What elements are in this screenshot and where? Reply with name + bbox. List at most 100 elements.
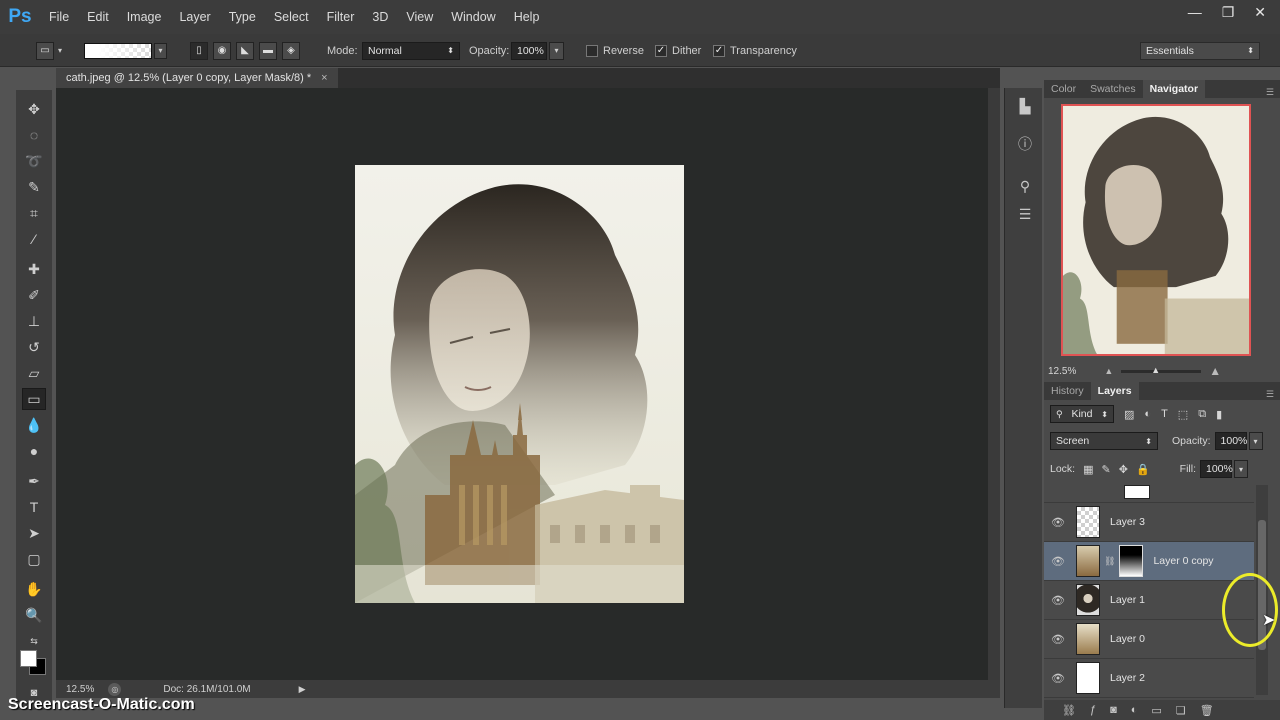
crop-tool-icon[interactable]: ⌗ xyxy=(22,202,46,224)
reverse-checkbox[interactable]: Reverse xyxy=(586,34,644,67)
filter-kind-select[interactable]: ⚲ Kind ⬍ xyxy=(1050,405,1114,423)
zoom-in-icon[interactable]: ▲ xyxy=(1209,364,1221,378)
lock-all-icon[interactable]: 🔒 xyxy=(1136,463,1150,476)
zoom-tool-icon[interactable]: 🔍 xyxy=(22,604,46,626)
chevron-down-icon[interactable]: ▾ xyxy=(549,41,564,60)
tab-swatches[interactable]: Swatches xyxy=(1083,80,1143,98)
tool-preset-picker[interactable]: ▭ ▾ xyxy=(36,34,62,67)
menu-window[interactable]: Window xyxy=(442,10,504,24)
fill-field[interactable]: 100% xyxy=(1200,460,1233,478)
pixel-filter-icon[interactable]: ▨ xyxy=(1124,408,1134,421)
menu-file[interactable]: File xyxy=(40,10,78,24)
radial-gradient-icon[interactable]: ◉ xyxy=(213,41,231,60)
zoom-out-icon[interactable]: ▲ xyxy=(1104,366,1113,376)
layer-opacity-field[interactable]: 100% xyxy=(1214,432,1247,450)
gradient-picker[interactable]: ▾ xyxy=(84,34,167,67)
foreground-color-swatch[interactable] xyxy=(20,650,37,667)
linear-gradient-icon[interactable]: ▯ xyxy=(190,41,208,60)
tab-navigator[interactable]: Navigator xyxy=(1142,80,1206,98)
layer-style-icon[interactable]: ƒ xyxy=(1090,704,1096,716)
minimize-button[interactable]: — xyxy=(1188,4,1202,21)
menu-select[interactable]: Select xyxy=(265,10,318,24)
pen-tool-icon[interactable]: ✒ xyxy=(22,470,46,492)
group-folder-icon[interactable]: ▭ xyxy=(1151,704,1161,717)
marquee-tool-icon[interactable]: ◌ xyxy=(22,124,46,146)
layer-row[interactable]: 👁 Layer 3 xyxy=(1044,503,1254,542)
history-brush-tool-icon[interactable]: ↺ xyxy=(22,336,46,358)
transparency-checkbox[interactable]: ✓ Transparency xyxy=(713,34,797,67)
menu-help[interactable]: Help xyxy=(505,10,549,24)
menu-edit[interactable]: Edit xyxy=(78,10,118,24)
trash-icon[interactable]: 🗑 xyxy=(1200,704,1214,717)
lock-position-icon[interactable]: ✥ xyxy=(1119,463,1128,476)
tab-layers[interactable]: Layers xyxy=(1090,382,1139,400)
document-tab[interactable]: cath.jpeg @ 12.5% (Layer 0 copy, Layer M… xyxy=(56,68,338,88)
swap-colors-icon[interactable]: ⇆ xyxy=(22,630,46,652)
eye-icon[interactable]: 👁 xyxy=(1044,555,1072,568)
panel-menu-icon[interactable]: ☰ xyxy=(1266,389,1274,400)
blend-mode-select[interactable]: Screen ⬍ xyxy=(1050,432,1158,450)
dodge-tool-icon[interactable]: ● xyxy=(22,440,46,462)
shape-filter-icon[interactable]: ⬚ xyxy=(1178,408,1188,421)
opacity-field[interactable]: 100% ▾ xyxy=(511,34,564,67)
hand-tool-icon[interactable]: ✋ xyxy=(22,578,46,600)
document-canvas[interactable] xyxy=(355,165,684,603)
adjustments-icon[interactable]: ☰ xyxy=(1015,204,1035,224)
lock-image-icon[interactable]: ✎ xyxy=(1102,463,1111,476)
histogram-icon[interactable]: ▙ xyxy=(1015,96,1035,116)
navigator-preview[interactable] xyxy=(1061,104,1251,356)
layer-row[interactable]: 👁 Layer 2 xyxy=(1044,659,1254,698)
lock-transparent-icon[interactable]: ▦ xyxy=(1083,463,1093,476)
layer-row-partial[interactable] xyxy=(1044,485,1254,503)
chevron-down-icon[interactable]: ▾ xyxy=(1234,460,1248,478)
menu-image[interactable]: Image xyxy=(118,10,171,24)
zoom-level[interactable]: 12.5% xyxy=(66,684,94,695)
close-window-button[interactable]: ✕ xyxy=(1254,4,1266,21)
eye-icon[interactable]: 👁 xyxy=(1044,672,1072,685)
gradient-tool-icon[interactable]: ▭ xyxy=(22,388,46,410)
menu-type[interactable]: Type xyxy=(220,10,265,24)
blur-tool-icon[interactable]: 💧 xyxy=(22,414,46,436)
play-arrow-icon[interactable]: ▶ xyxy=(299,684,306,695)
angle-gradient-icon[interactable]: ◣ xyxy=(236,41,254,60)
healing-brush-tool-icon[interactable]: ✚ xyxy=(22,258,46,280)
brush-presets-icon[interactable]: ⚲ xyxy=(1015,176,1035,196)
menu-layer[interactable]: Layer xyxy=(170,10,219,24)
workspace-select[interactable]: Essentials ⬍ xyxy=(1140,34,1260,67)
eye-icon[interactable]: 👁 xyxy=(1044,633,1072,646)
slider-handle-icon[interactable]: ▲ xyxy=(1151,365,1160,375)
menu-3d[interactable]: 3D xyxy=(363,10,397,24)
eye-icon[interactable]: 👁 xyxy=(1044,516,1072,529)
menu-view[interactable]: View xyxy=(397,10,442,24)
link-layers-icon[interactable]: ⛓ xyxy=(1062,704,1076,717)
eye-icon[interactable]: 👁 xyxy=(1044,594,1072,607)
add-mask-icon[interactable]: ◙ xyxy=(1110,704,1117,716)
tab-history[interactable]: History xyxy=(1044,382,1091,400)
move-tool-icon[interactable]: ✥ xyxy=(22,98,46,120)
menu-filter[interactable]: Filter xyxy=(318,10,364,24)
quick-select-tool-icon[interactable]: ✎ xyxy=(22,176,46,198)
eyedropper-tool-icon[interactable]: ⁄ xyxy=(22,228,46,250)
maximize-button[interactable]: ❐ xyxy=(1222,4,1235,21)
layer-row[interactable]: 👁 ⛓ Layer 0 copy xyxy=(1044,542,1254,581)
reflected-gradient-icon[interactable]: ▬ xyxy=(259,41,277,60)
type-filter-icon[interactable]: T xyxy=(1161,408,1168,420)
new-layer-icon[interactable]: ❏ xyxy=(1176,704,1186,717)
smart-object-filter-icon[interactable]: ⧉ xyxy=(1198,408,1206,421)
chevron-down-icon[interactable]: ▾ xyxy=(1248,432,1263,450)
shape-tool-icon[interactable]: ▢ xyxy=(22,548,46,570)
path-selection-tool-icon[interactable]: ➤ xyxy=(22,522,46,544)
tab-color[interactable]: Color xyxy=(1044,80,1083,98)
lasso-tool-icon[interactable]: ➰ xyxy=(22,150,46,172)
navigator-zoom-value[interactable]: 12.5% xyxy=(1048,366,1076,377)
brush-tool-icon[interactable]: ✐ xyxy=(22,284,46,306)
mode-select[interactable]: Normal ⬍ xyxy=(362,34,460,67)
link-icon[interactable]: ⛓ xyxy=(1104,556,1115,567)
panel-menu-icon[interactable]: ☰ xyxy=(1266,87,1274,98)
type-tool-icon[interactable]: T xyxy=(22,496,46,518)
clone-stamp-tool-icon[interactable]: ⊥ xyxy=(22,310,46,332)
status-menu-icon[interactable]: ◎ xyxy=(108,682,122,696)
zoom-slider[interactable]: ▲ xyxy=(1121,365,1202,375)
close-tab-icon[interactable]: × xyxy=(321,72,327,84)
adjustment-layer-icon[interactable]: ◐ xyxy=(1131,704,1138,716)
